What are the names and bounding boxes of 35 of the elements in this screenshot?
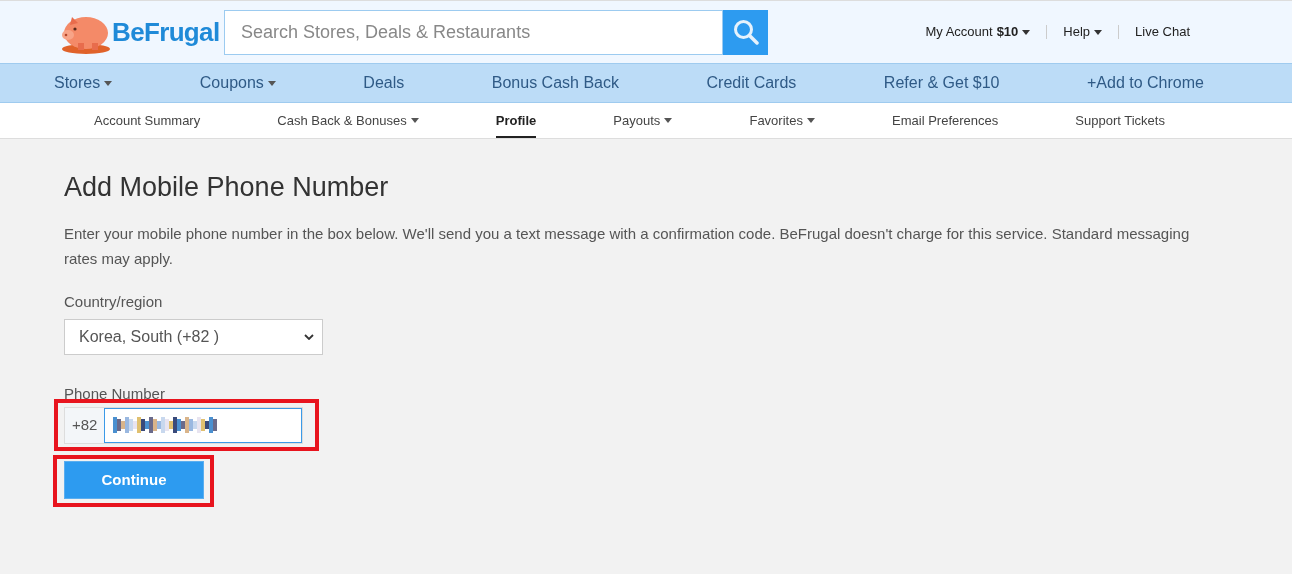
nav-link[interactable]: Coupons <box>199 71 276 95</box>
search-icon <box>732 19 759 45</box>
subnav-tab[interactable]: Profile <box>495 103 537 138</box>
prefix-label: +82 <box>65 407 105 443</box>
subnav-tab[interactable]: Favorites <box>749 103 815 138</box>
subnav-tab[interactable]: Email Preferences <box>892 103 999 138</box>
subnav-tab[interactable]: Support Tickets <box>1075 103 1165 138</box>
page-title: Add Mobile Phone Number <box>64 171 390 204</box>
search-field[interactable]: Search Stores, Deals & Restaurants <box>224 9 723 55</box>
caret-icon <box>664 118 673 123</box>
subnav-tab[interactable]: Account Summary <box>94 103 201 138</box>
nav-link[interactable]: +Add to Chrome <box>1087 71 1204 95</box>
caret-icon <box>410 118 419 123</box>
caret-icon <box>104 80 113 86</box>
subnav-tab[interactable]: Payouts <box>613 103 673 138</box>
nav-link[interactable]: Bonus Cash Back <box>491 71 619 95</box>
nav-link[interactable]: Deals <box>363 71 405 95</box>
chevron-down-icon <box>304 334 314 341</box>
nav-link[interactable]: Stores <box>54 71 113 95</box>
header-link[interactable]: My Account $10 <box>925 22 1031 42</box>
search-button[interactable] <box>723 9 768 55</box>
intro-text: Enter your mobile phone number in the box below. We'll send you a text message with a confirmation code. BeFrugal doesn't charge for this service. Standard messaging rates may apply. <box>64 223 1191 269</box>
nav-link[interactable]: Refer & Get $10 <box>883 71 1000 95</box>
subnav-tab[interactable]: Cash Back & Bonuses <box>277 103 419 138</box>
header-link[interactable]: Help <box>1063 22 1103 42</box>
country-label: Country/region <box>64 291 164 312</box>
caret-icon <box>267 80 276 86</box>
caret-icon <box>1022 29 1031 35</box>
caret-icon <box>806 118 815 123</box>
caret-icon <box>1094 29 1103 35</box>
country-select[interactable]: Korea, South (+82 ) <box>64 319 323 356</box>
header-link[interactable]: Live Chat <box>1135 22 1190 42</box>
nav-link[interactable]: Credit Cards <box>706 71 797 95</box>
phone-label: Phone Number <box>64 384 166 405</box>
phone-field[interactable]: +82 <box>64 406 303 444</box>
